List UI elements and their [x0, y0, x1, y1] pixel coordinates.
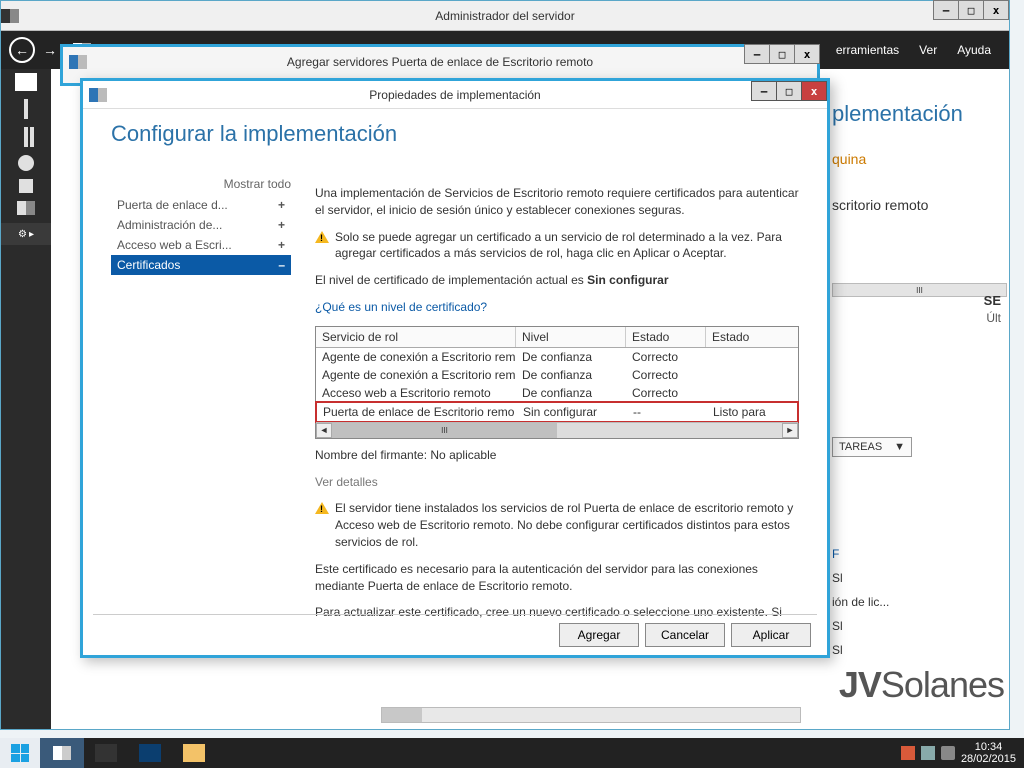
nav-gateway[interactable]: Puerta de enlace d...+ — [111, 195, 291, 215]
back-icon[interactable]: ← — [9, 37, 35, 63]
scroll-left-icon[interactable]: ◄ — [316, 423, 332, 438]
menu-view[interactable]: Ver — [919, 43, 937, 57]
sidebar-item-icon[interactable] — [18, 155, 34, 171]
sidebar-item-icon[interactable] — [19, 179, 33, 193]
minimize-button[interactable]: — — [751, 81, 777, 101]
deployment-properties-dialog: Propiedades de implementación — □ x Conf… — [80, 78, 830, 658]
horiz-scrollbar[interactable] — [381, 707, 801, 723]
table-scrollbar[interactable]: ◄ III ► — [316, 422, 798, 438]
sidebar-selected[interactable]: ⚙▸ — [1, 223, 51, 245]
minimize-button[interactable]: — — [933, 0, 959, 20]
front-title: Propiedades de implementación — [369, 88, 540, 102]
scrollbar[interactable]: III — [832, 283, 1007, 297]
ult-label: Últ — [986, 311, 1001, 325]
menu-tools[interactable]: erramientas — [836, 43, 899, 57]
close-button[interactable]: x — [801, 81, 827, 101]
cert-purpose-text: Este certificado es necesario para la au… — [315, 561, 799, 595]
show-all-link[interactable]: Mostrar todo — [111, 177, 291, 191]
col-state[interactable]: Estado — [626, 327, 706, 347]
separator — [93, 614, 817, 615]
maximize-button[interactable]: □ — [958, 0, 984, 20]
start-button[interactable] — [0, 738, 40, 768]
background-panel: plementación quina scritorio remoto III … — [832, 101, 1007, 667]
cert-table: Servicio de rol Nivel Estado Estado Agen… — [315, 326, 799, 439]
taskbar-clock[interactable]: 10:34 28/02/2015 — [961, 741, 1016, 765]
tray-volume-icon[interactable] — [941, 746, 955, 760]
menu-help[interactable]: Ayuda — [957, 43, 991, 57]
task-explorer[interactable] — [172, 738, 216, 768]
peek-row: Sl — [832, 643, 1007, 657]
sidebar-local-icon[interactable] — [24, 99, 28, 119]
warn-text2: El servidor tiene instalados los servici… — [335, 500, 799, 550]
maximize-button[interactable]: □ — [769, 44, 795, 64]
taskbar: 10:34 28/02/2015 — [0, 738, 1024, 768]
sidebar-all-icon[interactable] — [24, 127, 28, 147]
cancel-button[interactable]: Cancelar — [645, 623, 725, 647]
dialog-icon — [69, 55, 87, 69]
table-row-highlighted[interactable]: Puerta de enlace de Escritorio remoSin c… — [315, 401, 799, 423]
scroll-right-icon[interactable]: ► — [782, 423, 798, 438]
peek-row: Sl — [832, 571, 1007, 585]
peek-row: Sl — [832, 619, 1007, 633]
minimize-button[interactable]: — — [744, 44, 770, 64]
level-help-link[interactable]: ¿Qué es un nivel de certificado? — [315, 300, 487, 314]
chevron-down-icon: ▼ — [894, 441, 905, 453]
add-button[interactable]: Agregar — [559, 623, 639, 647]
task-server-manager[interactable] — [40, 738, 84, 768]
outer-title: Administrador del servidor — [435, 9, 574, 23]
table-row[interactable]: Agente de conexión a Escritorio remDe co… — [316, 366, 798, 384]
col-state2[interactable]: Estado — [706, 327, 774, 347]
col-level[interactable]: Nivel — [516, 327, 626, 347]
table-row[interactable]: Acceso web a Escritorio remotoDe confian… — [316, 384, 798, 402]
task-app[interactable] — [84, 738, 128, 768]
update-cert-text: Para actualizar este certificado, cree u… — [315, 604, 799, 621]
windows-icon — [11, 744, 29, 762]
dialog-heading: Configurar la implementación — [111, 121, 397, 147]
sidebar: ⚙▸ — [1, 69, 51, 729]
tray-network-icon[interactable] — [921, 746, 935, 760]
close-button[interactable]: x — [983, 0, 1009, 20]
peek-link2[interactable]: scritorio remoto — [832, 197, 1007, 213]
nav-web[interactable]: Acceso web a Escri...+ — [111, 235, 291, 255]
warning-icon — [315, 502, 329, 514]
table-row[interactable]: Agente de conexión a Escritorio remDe co… — [316, 348, 798, 366]
peek-row[interactable]: F — [832, 547, 1007, 561]
level-text: El nivel de certificado de implementació… — [315, 272, 799, 289]
task-powershell[interactable] — [128, 738, 172, 768]
close-button[interactable]: x — [794, 44, 820, 64]
main-panel: Una implementación de Servicios de Escri… — [291, 127, 799, 603]
warning-icon — [315, 231, 329, 243]
nav-panel: Mostrar todo Puerta de enlace d...+ Admi… — [111, 127, 291, 603]
mid-title: Agregar servidores Puerta de enlace de E… — [287, 55, 593, 69]
tareas-dropdown[interactable]: TAREAS▼ — [832, 437, 912, 457]
sidebar-dashboard-icon[interactable] — [15, 73, 37, 91]
se-label: SE — [984, 293, 1001, 308]
outer-titlebar: Administrador del servidor — □ x — [1, 1, 1009, 31]
peek-row: ión de lic... — [832, 595, 1007, 609]
warn-text: Solo se puede agregar un certificado a u… — [335, 229, 799, 263]
maximize-button[interactable]: □ — [776, 81, 802, 101]
peek-heading: plementación — [832, 101, 1007, 127]
col-service[interactable]: Servicio de rol — [316, 327, 516, 347]
sidebar-item-icon[interactable] — [17, 201, 35, 215]
nav-admin[interactable]: Administración de...+ — [111, 215, 291, 235]
dialog-icon — [89, 88, 107, 102]
details-link[interactable]: Ver detalles — [315, 475, 378, 489]
server-manager-icon — [1, 9, 19, 23]
forward-icon[interactable]: → — [43, 42, 57, 58]
peek-link1[interactable]: quina — [832, 151, 1007, 167]
intro-text: Una implementación de Servicios de Escri… — [315, 185, 799, 219]
nav-certs[interactable]: Certificados– — [111, 255, 291, 275]
tray-flag-icon[interactable] — [901, 746, 915, 760]
apply-button[interactable]: Aplicar — [731, 623, 811, 647]
signer-text: Nombre del firmante: No aplicable — [315, 447, 799, 464]
